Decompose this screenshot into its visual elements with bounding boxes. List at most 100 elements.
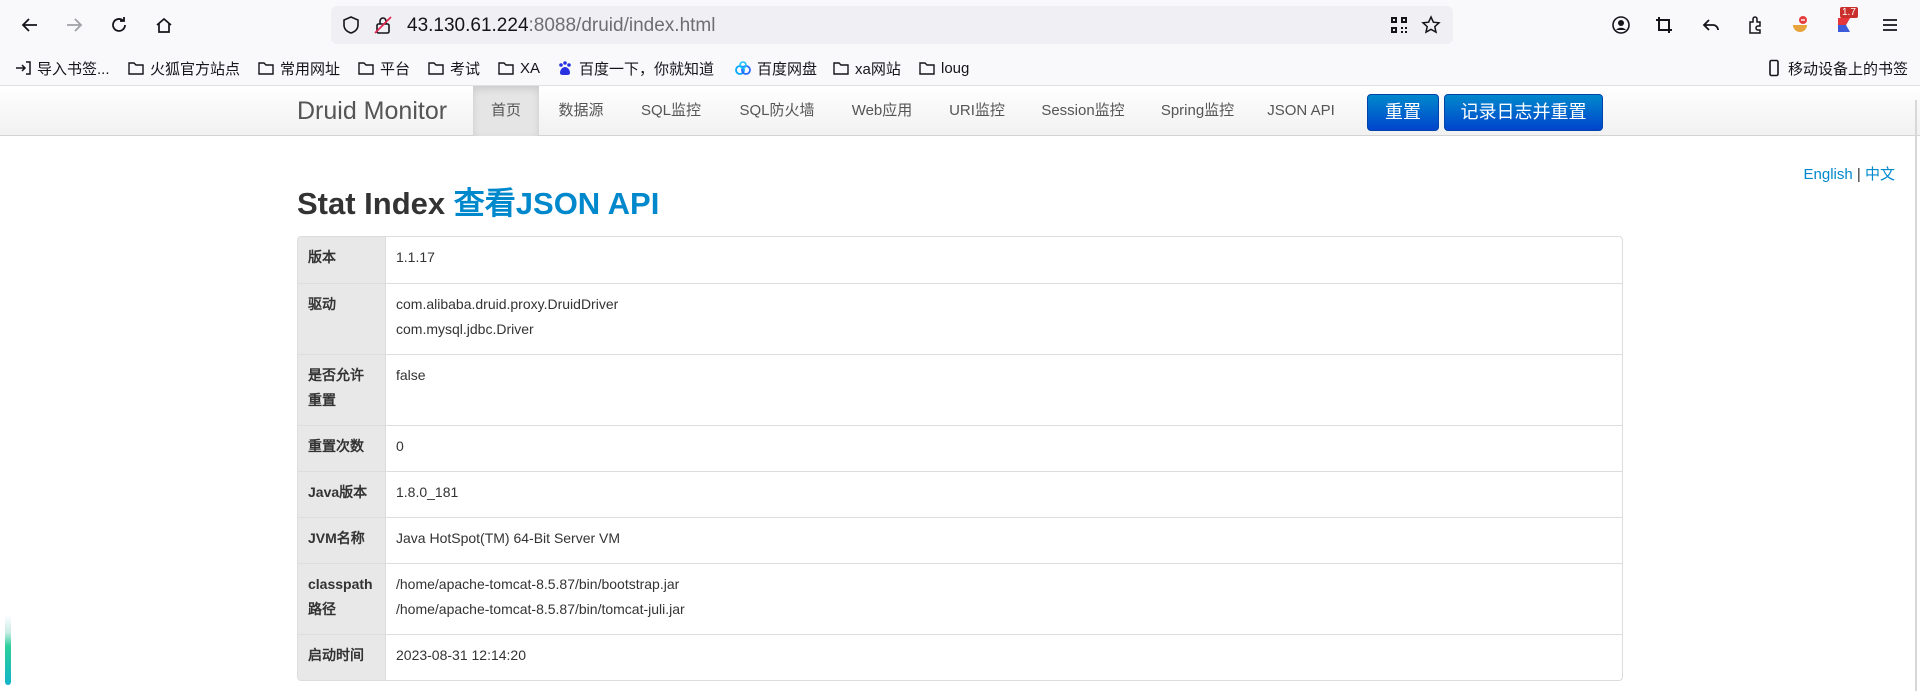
language-switch: English | 中文 xyxy=(1804,163,1895,184)
reset-button[interactable]: 重置 xyxy=(1367,94,1439,131)
bookmark-xa-site[interactable]: xa网站 xyxy=(832,57,901,79)
bookmark-mobile[interactable]: 移动设备上的书签 xyxy=(1765,57,1908,79)
table-row: 启动时间 2023-08-31 12:14:20 xyxy=(298,634,1622,680)
url-host: 43.130.61.224 xyxy=(407,15,529,36)
table-row: classpath路径 /home/apache-tomcat-8.5.87/b… xyxy=(298,563,1622,634)
folder-icon xyxy=(919,62,935,75)
table-row: 重置次数 0 xyxy=(298,425,1622,471)
bookmark-xa[interactable]: XA xyxy=(497,57,540,79)
row-value: 1.1.17 xyxy=(386,237,1622,283)
reload-icon[interactable] xyxy=(105,11,133,39)
bookmark-platform[interactable]: 平台 xyxy=(357,57,410,79)
undo-icon[interactable] xyxy=(1697,11,1725,39)
menu-icon[interactable] xyxy=(1876,11,1904,39)
bookmark-label: xa网站 xyxy=(855,60,901,78)
bookmark-import[interactable]: 导入书签... xyxy=(14,57,110,79)
value-line: com.alibaba.druid.proxy.DruidDriver xyxy=(396,296,619,312)
value-line: 1.8.0_181 xyxy=(396,484,459,500)
folder-icon xyxy=(428,62,444,75)
row-key: 重置次数 xyxy=(298,425,386,471)
bookmark-label: XA xyxy=(520,59,541,77)
home-icon[interactable] xyxy=(150,11,178,39)
row-value: com.alibaba.druid.proxy.DruidDriver com.… xyxy=(386,283,1622,354)
bookmark-label: loug xyxy=(941,59,970,77)
browser-toolbar: 43.130.61.224:8088/druid/index.html 1.7 xyxy=(0,0,1920,50)
bookmark-exam[interactable]: 考试 xyxy=(427,57,480,79)
bookmark-label: 考试 xyxy=(450,60,481,78)
bookmark-baidu[interactable]: 百度一下，你就知道 xyxy=(556,57,714,79)
account-icon[interactable] xyxy=(1607,11,1635,39)
mobile-device-icon xyxy=(1769,59,1779,77)
bookmark-label: 火狐官方站点 xyxy=(150,60,241,78)
row-value: false xyxy=(386,354,1622,425)
row-key: 驱动 xyxy=(298,283,386,354)
page-title-text: Stat Index xyxy=(297,186,446,221)
lang-chinese-link[interactable]: 中文 xyxy=(1865,166,1895,183)
nav-web-app[interactable]: Web应用 xyxy=(843,86,921,136)
row-key: 版本 xyxy=(298,237,386,283)
bookmark-common-sites[interactable]: 常用网址 xyxy=(257,57,340,79)
table-row: JVM名称 Java HotSpot(TM) 64-Bit Server VM xyxy=(298,517,1622,563)
row-key: classpath路径 xyxy=(298,563,386,634)
qr-code-icon[interactable] xyxy=(1389,15,1409,35)
value-line: /home/apache-tomcat-8.5.87/bin/tomcat-ju… xyxy=(396,601,685,617)
url-path: :8088/druid/index.html xyxy=(528,15,716,36)
baidu-icon xyxy=(559,61,571,75)
url-text[interactable]: 43.130.61.224:8088/druid/index.html xyxy=(407,15,715,37)
shield-icon[interactable] xyxy=(341,15,361,35)
bookmark-firefox-site[interactable]: 火狐官方站点 xyxy=(127,57,240,79)
address-bar[interactable]: 43.130.61.224:8088/druid/index.html xyxy=(331,6,1453,44)
nav-datasource[interactable]: 数据源 xyxy=(549,86,613,136)
value-line: 1.1.17 xyxy=(396,249,435,265)
bookmark-loug[interactable]: loug xyxy=(918,57,969,79)
extensions-icon[interactable] xyxy=(1741,11,1769,39)
bookmark-baidu-netdisk[interactable]: 百度网盘 xyxy=(734,57,817,79)
brand-logo[interactable]: Druid Monitor xyxy=(297,97,447,126)
insecure-lock-icon[interactable] xyxy=(373,15,393,35)
nav-spring-monitor[interactable]: Spring监控 xyxy=(1152,86,1243,136)
value-line: com.mysql.jdbc.Driver xyxy=(396,321,534,337)
table-row: Java版本 1.8.0_181 xyxy=(298,471,1622,517)
row-value: 1.8.0_181 xyxy=(386,471,1622,517)
row-key: 启动时间 xyxy=(298,634,386,680)
folder-icon xyxy=(498,62,514,75)
folder-icon xyxy=(128,62,144,75)
baidu-netdisk-icon xyxy=(735,61,751,75)
bookmarks-bar: 导入书签... 火狐官方站点 常用网址 平台 考试 XA 百度一下，你就知道 百… xyxy=(0,50,1920,86)
back-icon[interactable] xyxy=(16,11,44,39)
folder-icon xyxy=(258,62,274,75)
lang-english-link[interactable]: English xyxy=(1804,166,1853,183)
view-json-api-link[interactable]: 查看JSON API xyxy=(454,186,660,221)
page-scrollbar[interactable] xyxy=(1915,100,1917,691)
addon-badge: 1.7 xyxy=(1840,7,1858,18)
bookmark-label: 导入书签... xyxy=(37,60,110,78)
stat-table: 版本 1.1.17 驱动 com.alibaba.druid.proxy.Dru… xyxy=(297,236,1623,681)
row-key: JVM名称 xyxy=(298,517,386,563)
bookmark-star-icon[interactable] xyxy=(1421,15,1441,35)
row-value: 2023-08-31 12:14:20 xyxy=(386,634,1622,680)
forward-icon[interactable] xyxy=(60,11,88,39)
row-key: Java版本 xyxy=(298,471,386,517)
addon-bowl-icon[interactable] xyxy=(1786,11,1814,39)
nav-sql-firewall[interactable]: SQL防火墙 xyxy=(730,86,824,136)
log-and-reset-button[interactable]: 记录日志并重置 xyxy=(1444,94,1603,131)
bookmark-label: 百度网盘 xyxy=(757,60,818,78)
row-key: 是否允许重置 xyxy=(298,354,386,425)
nav-uri-monitor[interactable]: URI监控 xyxy=(940,86,1014,136)
screenshot-crop-icon[interactable] xyxy=(1650,11,1678,39)
lang-separator: | xyxy=(1856,166,1861,183)
bookmark-label: 百度一下，你就知道 xyxy=(579,60,715,78)
sidebar-indicator xyxy=(5,615,11,685)
bookmark-label: 平台 xyxy=(380,60,411,78)
row-value: Java HotSpot(TM) 64-Bit Server VM xyxy=(386,517,1622,563)
row-value: 0 xyxy=(386,425,1622,471)
nav-session-monitor[interactable]: Session监控 xyxy=(1034,86,1132,136)
nav-home[interactable]: 首页 xyxy=(473,86,539,136)
addon-flag-icon[interactable]: 1.7 xyxy=(1830,7,1858,39)
nav-sql-monitor[interactable]: SQL监控 xyxy=(630,86,712,136)
nav-json-api[interactable]: JSON API xyxy=(1263,86,1339,136)
value-line: 0 xyxy=(396,438,404,454)
page-title: Stat Index 查看JSON API xyxy=(297,178,659,223)
druid-navbar: Druid Monitor 首页 数据源 SQL监控 SQL防火墙 Web应用 … xyxy=(0,86,1920,136)
row-value: /home/apache-tomcat-8.5.87/bin/bootstrap… xyxy=(386,563,1622,634)
